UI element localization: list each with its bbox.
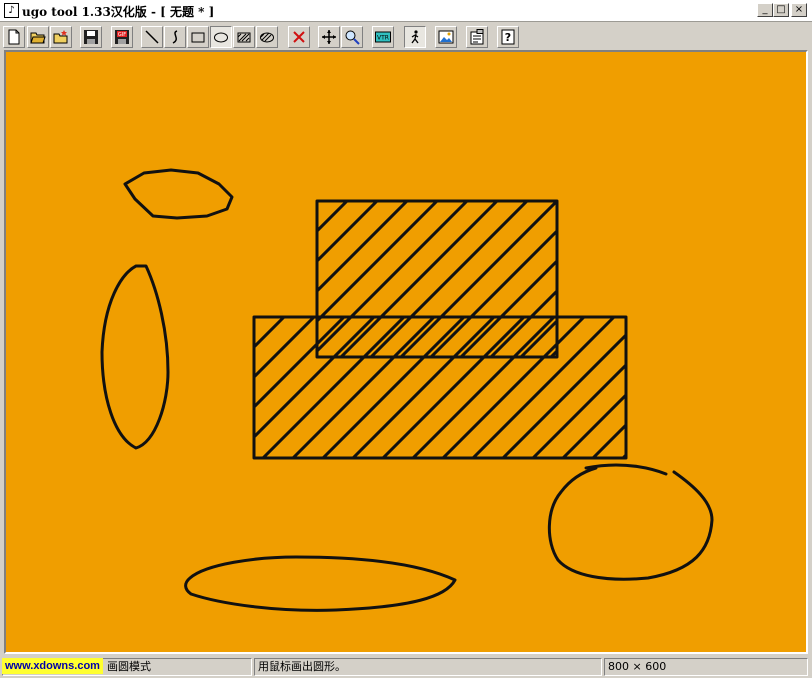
status-hint: 用鼠标画出圆形。 bbox=[254, 658, 602, 676]
hatched-rectangle-icon bbox=[237, 32, 251, 43]
maximize-icon: □ bbox=[776, 4, 786, 15]
folder-open-icon bbox=[30, 32, 46, 44]
hatch-line bbox=[581, 201, 737, 357]
hatch-line bbox=[291, 316, 436, 459]
open-recent-button[interactable] bbox=[50, 26, 72, 48]
floppy-gif-icon: GIF bbox=[115, 30, 129, 44]
help-button[interactable]: ? bbox=[497, 26, 519, 48]
hatch-line bbox=[316, 200, 319, 205]
red-x-icon bbox=[293, 31, 305, 43]
hatch-line bbox=[351, 316, 496, 459]
watermark-label: www.xdowns.com bbox=[2, 658, 103, 674]
hatched-rect-tool-button[interactable] bbox=[233, 26, 255, 48]
hatch-line bbox=[253, 316, 346, 411]
window-title: ugo tool 1.33汉化版 - [ 无题 * ] bbox=[22, 5, 215, 19]
curve-icon bbox=[172, 30, 178, 44]
hatch-lines-bottom bbox=[253, 316, 806, 459]
animation-button[interactable] bbox=[404, 26, 426, 48]
canvas-frame bbox=[4, 50, 808, 654]
properties-button[interactable] bbox=[466, 26, 488, 48]
hatch-line bbox=[253, 316, 256, 321]
close-icon: × bbox=[794, 4, 804, 15]
new-page-icon bbox=[8, 29, 20, 45]
hatch-lines-top bbox=[316, 200, 806, 358]
hatch-line bbox=[261, 316, 406, 459]
hatch-line bbox=[701, 201, 806, 357]
hatch-line bbox=[253, 316, 316, 381]
vtr-button[interactable]: VTR bbox=[372, 26, 394, 48]
open-file-button[interactable] bbox=[27, 26, 49, 48]
hatch-line bbox=[501, 331, 627, 459]
status-size: 800 × 600 bbox=[604, 658, 808, 676]
delete-button[interactable] bbox=[288, 26, 310, 48]
hatch-line bbox=[591, 421, 627, 459]
move-button[interactable] bbox=[318, 26, 340, 48]
minimize-icon: _ bbox=[762, 4, 768, 15]
folder-star-icon bbox=[53, 30, 68, 44]
hatch-line bbox=[411, 316, 556, 459]
save-gif-button[interactable]: GIF bbox=[111, 26, 133, 48]
hatch-line bbox=[381, 316, 526, 459]
hatch-line bbox=[621, 451, 627, 459]
walking-figure-icon bbox=[411, 30, 419, 44]
bottom-oval-shape[interactable] bbox=[184, 555, 457, 612]
save-button[interactable] bbox=[80, 26, 102, 48]
curve-tool-button[interactable] bbox=[164, 26, 186, 48]
ellipse-icon bbox=[214, 32, 228, 43]
zoom-button[interactable] bbox=[341, 26, 363, 48]
help-label: ? bbox=[505, 31, 511, 44]
rectangle-tool-button[interactable] bbox=[187, 26, 209, 48]
gif-label: GIF bbox=[118, 32, 126, 38]
drawing-canvas[interactable] bbox=[6, 52, 806, 652]
hatch-line bbox=[549, 347, 558, 358]
drawing-layer[interactable] bbox=[6, 52, 806, 652]
hatch-line bbox=[321, 316, 466, 459]
hatch-line bbox=[441, 316, 586, 459]
hatch-line bbox=[683, 317, 806, 458]
hatch-line bbox=[561, 391, 627, 459]
hatch-line bbox=[641, 201, 797, 357]
toolbar: GIF VTR ? bbox=[0, 23, 812, 49]
line-icon bbox=[145, 30, 159, 44]
new-file-button[interactable] bbox=[3, 26, 25, 48]
tall-oval-shape[interactable] bbox=[100, 264, 170, 450]
hatch-line bbox=[713, 317, 806, 458]
move-arrows-icon bbox=[322, 30, 336, 44]
line-tool-button[interactable] bbox=[141, 26, 163, 48]
hatch-line bbox=[743, 317, 806, 458]
properties-icon bbox=[470, 29, 484, 45]
magnifier-icon bbox=[345, 30, 360, 45]
status-bar: 画圆模式 用鼠标画出圆形。 800 × 600 bbox=[0, 656, 812, 678]
hatched-ellipse-tool-button[interactable] bbox=[256, 26, 278, 48]
ellipse-tool-button[interactable] bbox=[210, 26, 232, 48]
hatch-line bbox=[471, 316, 616, 459]
hatch-line bbox=[671, 201, 806, 357]
floppy-icon bbox=[84, 30, 98, 44]
vtr-label: VTR bbox=[377, 35, 389, 42]
hatch-line bbox=[531, 361, 627, 459]
hatched-rectangle-bottom[interactable] bbox=[252, 315, 628, 460]
image-button[interactable] bbox=[435, 26, 457, 48]
rectangle-icon bbox=[191, 32, 205, 43]
help-icon: ? bbox=[501, 29, 515, 45]
app-page-icon[interactable]: ♪ bbox=[4, 3, 19, 18]
hatched-ellipse-icon bbox=[260, 32, 274, 43]
hatch-line bbox=[611, 201, 767, 357]
minimize-button[interactable]: _ bbox=[757, 3, 773, 17]
maximize-button[interactable]: □ bbox=[773, 3, 789, 17]
octagon-shape[interactable] bbox=[123, 168, 234, 220]
hatch-line bbox=[653, 317, 794, 458]
close-button[interactable]: × bbox=[791, 3, 807, 17]
hatch-line bbox=[253, 316, 286, 351]
picture-icon bbox=[438, 30, 454, 44]
right-ellipse-shape[interactable] bbox=[547, 463, 714, 581]
title-bar[interactable]: ♪ ugo tool 1.33汉化版 - [ 无题 * ] _ □ × bbox=[0, 0, 812, 22]
vtr-icon: VTR bbox=[375, 31, 391, 43]
